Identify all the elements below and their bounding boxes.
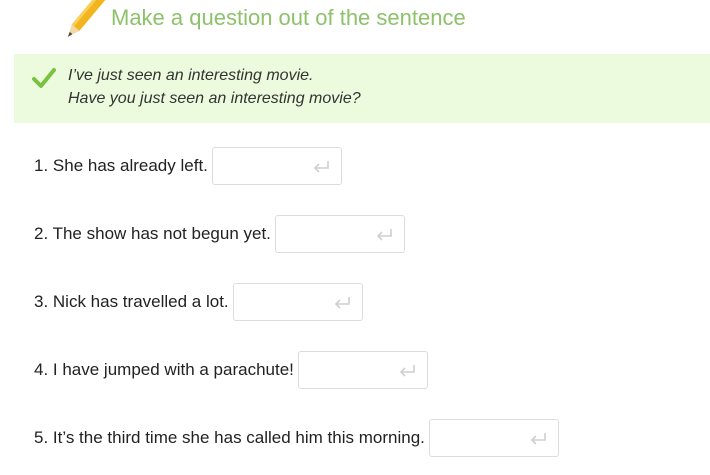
question-text: 3. Nick has travelled a lot. [34, 292, 229, 311]
question-text: 2. The show has not begun yet. [34, 224, 271, 243]
checkmark-icon [32, 68, 56, 88]
answer-input[interactable] [304, 358, 397, 384]
answer-box [428, 419, 559, 457]
example-sentence: I’ve just seen an interesting movie. [68, 67, 314, 84]
enter-icon[interactable] [311, 159, 331, 175]
question-row: 3. Nick has travelled a lot. [34, 282, 363, 322]
enter-icon[interactable] [374, 227, 394, 243]
answer-box [297, 351, 428, 389]
answer-input[interactable] [281, 222, 374, 248]
enter-icon[interactable] [332, 295, 352, 311]
question-row: 2. The show has not begun yet. [34, 214, 405, 254]
answer-input[interactable] [239, 290, 332, 316]
answer-box [211, 147, 342, 185]
answer-box [232, 283, 363, 321]
exercise-title: Make a question out of the sentence [111, 5, 466, 30]
answer-input[interactable] [218, 154, 311, 180]
question-row: 4. I have jumped with a parachute! [34, 350, 428, 390]
question-text: 1. She has already left. [34, 156, 208, 175]
pencil-icon [67, 0, 108, 37]
answer-box [274, 215, 405, 253]
enter-icon[interactable] [397, 363, 417, 379]
question-text: 4. I have jumped with a parachute! [34, 360, 294, 379]
example-box: I’ve just seen an interesting movie. Hav… [14, 54, 710, 123]
answer-input[interactable] [435, 426, 528, 452]
exercise-header: Make a question out of the sentence [0, 0, 710, 46]
exercise-page: Make a question out of the sentence I’ve… [0, 0, 710, 475]
example-answer: Have you just seen an interesting movie? [68, 90, 361, 107]
question-text: 5. It’s the third time she has called hi… [34, 428, 425, 447]
enter-icon[interactable] [528, 431, 548, 447]
question-row: 1. She has already left. [34, 146, 342, 186]
question-row: 5. It’s the third time she has called hi… [34, 418, 559, 458]
